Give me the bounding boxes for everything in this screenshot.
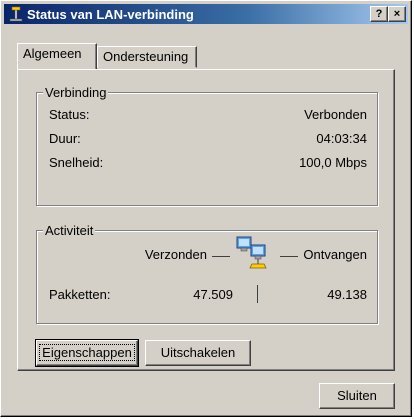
status-value: Verbonden xyxy=(304,107,367,122)
duration-label: Duur: xyxy=(49,131,81,146)
properties-button[interactable]: Eigenschappen xyxy=(35,339,139,367)
status-label: Status: xyxy=(49,107,90,122)
received-label: Ontvangen xyxy=(303,247,367,262)
activity-group: Activiteit Verzonden Ontvangen Pakketten… xyxy=(36,223,378,324)
duration-value: 04:03:34 xyxy=(316,131,367,146)
dialog-window: Status van LAN-verbinding ? × Algemeen O… xyxy=(0,0,412,417)
packets-sent-value: 47.509 xyxy=(193,287,233,302)
properties-button-label: Eigenschappen xyxy=(42,345,132,360)
speed-value: 100,0 Mbps xyxy=(299,155,367,170)
received-line xyxy=(280,256,298,257)
connection-group: Verbinding Status: Verbonden Duur: 04:03… xyxy=(36,85,378,206)
disable-button[interactable]: Uitschakelen xyxy=(145,340,251,366)
close-button-label: Sluiten xyxy=(337,388,377,403)
packets-received-value: 49.138 xyxy=(327,287,367,302)
title-bar[interactable]: Status van LAN-verbinding ? × xyxy=(4,4,408,24)
tab-algemeen[interactable]: Algemeen xyxy=(17,43,97,69)
window-title: Status van LAN-verbinding xyxy=(27,6,194,22)
activity-legend: Activiteit xyxy=(43,223,96,238)
network-connection-icon xyxy=(9,6,23,22)
connection-legend: Verbinding xyxy=(43,85,109,100)
packets-label: Pakketten: xyxy=(49,287,111,302)
close-button[interactable]: Sluiten xyxy=(319,383,395,409)
speed-label: Snelheid: xyxy=(49,155,104,170)
sent-label: Verzonden xyxy=(144,247,207,262)
packets-divider xyxy=(257,285,258,303)
disable-button-label: Uitschakelen xyxy=(160,345,236,360)
close-window-button[interactable]: × xyxy=(388,6,406,22)
sent-line xyxy=(212,256,230,257)
tab-ondersteuning[interactable]: Ondersteuning xyxy=(97,46,197,68)
help-button[interactable]: ? xyxy=(370,6,388,22)
network-activity-icon xyxy=(236,236,267,269)
tab-panel-general: Verbinding Status: Verbonden Duur: 04:03… xyxy=(17,69,395,371)
